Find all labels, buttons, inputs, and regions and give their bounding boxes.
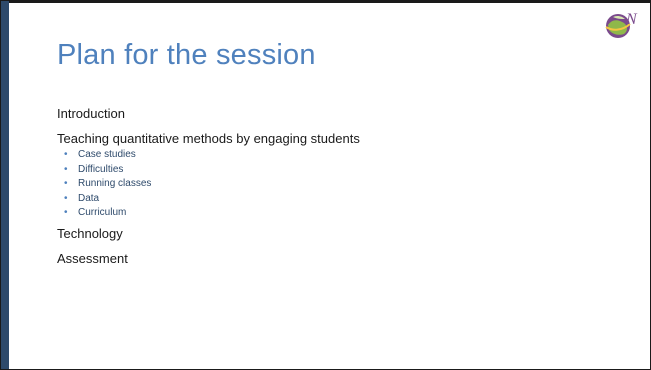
list-item-teaching-quantitative-methods: Teaching quantitative methods by engagin…: [57, 131, 360, 146]
sub-item-data: • Data: [64, 192, 617, 207]
sub-list: • Case studies • Difficulties • Running …: [57, 148, 617, 221]
sub-item-running-classes: • Running classes: [64, 177, 617, 192]
top-border: [1, 1, 650, 3]
sub-item-label: Running classes: [78, 178, 152, 189]
bullet-icon: •: [64, 178, 68, 189]
left-accent-bar: [1, 1, 9, 369]
bullet-icon: •: [64, 192, 68, 204]
list-item-assessment: Assessment: [57, 250, 128, 266]
bullet-icon: •: [64, 207, 68, 218]
sub-item-label: Case studies: [78, 149, 136, 160]
bullet-icon: •: [64, 163, 68, 175]
slide-content: Introduction Teaching quantitative metho…: [57, 105, 617, 267]
slide-title: Plan for the session: [57, 39, 316, 71]
slide: N Plan for the session Introduction Teac…: [0, 0, 651, 370]
globe-swoosh-logo-icon: N: [605, 11, 638, 38]
sub-item-difficulties: • Difficulties: [64, 163, 617, 178]
sub-item-curriculum: • Curriculum: [64, 206, 617, 221]
sub-item-label: Curriculum: [78, 207, 127, 218]
list-item-introduction: Introduction: [57, 106, 125, 121]
bullet-icon: •: [64, 149, 68, 160]
list-item-technology: Technology: [57, 225, 123, 241]
sub-item-label: Data: [78, 192, 100, 204]
sub-item-label: Difficulties: [78, 163, 124, 175]
sub-item-case-studies: • Case studies: [64, 148, 617, 163]
logo-letter: N: [625, 11, 638, 28]
